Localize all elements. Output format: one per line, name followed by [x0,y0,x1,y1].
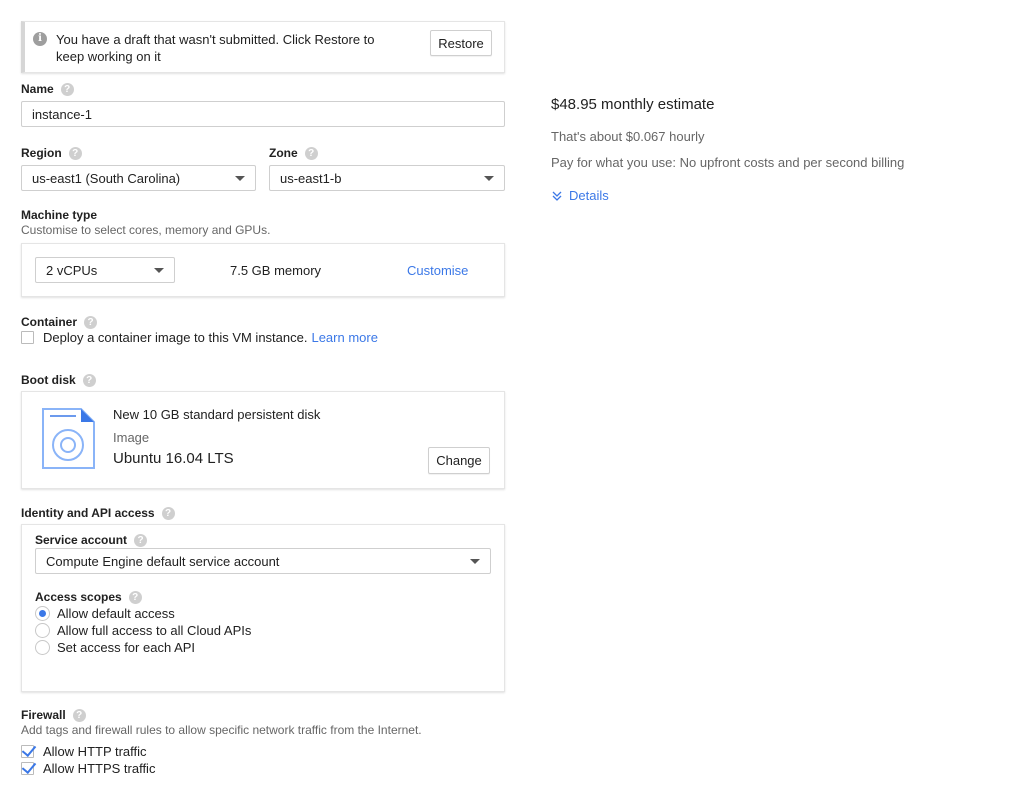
service-account-label: Service account ? [35,533,148,547]
hourly-estimate: That's about $0.067 hourly [551,129,705,144]
help-icon[interactable]: ? [82,373,96,387]
memory-value: 7.5 GB memory [230,263,322,278]
firewall-option-http[interactable]: Allow HTTP traffic [21,743,155,760]
machine-type-label-text: Machine type [21,208,98,222]
cpu-value: 2 vCPUs [46,262,98,278]
zone-select[interactable]: us-east1-b [269,165,505,191]
disk-image-icon [42,408,95,469]
help-icon[interactable]: ? [128,590,142,604]
zone-label: Zone ? [269,146,318,160]
service-account-label-text: Service account [35,533,128,547]
region-label-text: Region [21,146,62,160]
disk-title: New 10 GB standard persistent disk [113,407,321,422]
help-icon[interactable]: ? [72,708,86,722]
image-value: Ubuntu 16.04 LTS [113,450,234,467]
machine-type-description: Customise to select cores, memory and GP… [21,223,271,237]
dropdown-caret-icon [154,267,164,273]
scope-radio[interactable] [35,623,50,638]
dropdown-caret-icon [470,558,480,564]
access-scopes-group: Allow default access Allow full access t… [35,605,251,656]
boot-disk-card: New 10 GB standard persistent disk Image… [21,391,505,489]
identity-card: Service account ? Compute Engine default… [21,524,505,692]
region-value: us-east1 (South Carolina) [32,170,181,186]
firewall-label-text: Firewall [21,708,66,722]
zone-label-text: Zone [269,146,298,160]
name-label-text: Name [21,82,54,96]
help-icon[interactable]: ? [60,82,74,96]
http-label: Allow HTTP traffic [43,744,147,759]
help-icon[interactable]: ? [68,146,82,160]
name-input[interactable]: instance-1 [21,101,505,127]
dropdown-caret-icon [484,175,494,181]
help-icon[interactable]: ? [304,146,318,160]
scope-label: Allow default access [57,606,175,621]
scope-label: Set access for each API [57,640,196,655]
container-checkbox[interactable] [21,331,34,344]
boot-disk-label-text: Boot disk [21,373,76,387]
scope-radio[interactable] [35,640,50,655]
details-toggle[interactable]: Details [551,188,609,203]
scope-label: Allow full access to all Cloud APIs [57,623,252,638]
region-label: Region ? [21,146,82,160]
image-label: Image [113,430,150,445]
customise-link[interactable]: Customise [407,263,468,278]
double-chevron-down-icon [552,191,562,201]
help-icon[interactable]: ? [134,533,148,547]
scope-radio[interactable] [35,606,50,621]
container-label-text: Container [21,315,78,329]
http-checkbox[interactable] [21,745,34,758]
access-scopes-label: Access scopes ? [35,590,142,604]
access-scopes-label-text: Access scopes [35,590,122,604]
info-icon: i [33,32,47,46]
boot-disk-label: Boot disk ? [21,373,96,387]
https-checkbox[interactable] [21,762,34,775]
machine-type-label: Machine type [21,208,97,222]
draft-message: You have a draft that wasn't submitted. … [56,32,375,64]
service-account-select[interactable]: Compute Engine default service account [35,548,491,574]
region-select[interactable]: us-east1 (South Carolina) [21,165,256,191]
name-input-value: instance-1 [32,106,92,122]
draft-banner: i You have a draft that wasn't submitted… [21,21,505,73]
help-icon[interactable]: ? [161,506,175,520]
change-button[interactable]: Change [428,447,490,474]
restore-button[interactable]: Restore [430,30,492,56]
scope-option[interactable]: Set access for each API [35,639,251,656]
container-label: Container ? [21,315,98,329]
machine-type-card: 2 vCPUs 7.5 GB memory Customise [21,243,505,297]
firewall-description: Add tags and firewall rules to allow spe… [21,723,422,737]
https-label: Allow HTTPS traffic [43,761,156,776]
monthly-estimate: $48.95 monthly estimate [551,96,715,113]
identity-label: Identity and API access ? [21,506,175,520]
cpu-select[interactable]: 2 vCPUs [35,257,175,283]
dropdown-caret-icon [235,175,245,181]
name-label: Name ? [21,82,74,96]
details-label: Details [569,188,609,203]
help-icon[interactable]: ? [84,315,98,329]
scope-option[interactable]: Allow default access [35,605,251,622]
container-checkbox-label: Deploy a container image to this VM inst… [43,330,308,345]
container-option: Deploy a container image to this VM inst… [21,330,378,345]
identity-label-text: Identity and API access [21,506,155,520]
zone-value: us-east1-b [280,170,342,186]
learn-more-link[interactable]: Learn more [311,330,377,345]
billing-note: Pay for what you use: No upfront costs a… [551,155,905,170]
firewall-options: Allow HTTP traffic Allow HTTPS traffic [21,743,155,777]
scope-option[interactable]: Allow full access to all Cloud APIs [35,622,251,639]
firewall-label: Firewall ? [21,708,86,722]
service-account-value: Compute Engine default service account [46,553,280,569]
firewall-option-https[interactable]: Allow HTTPS traffic [21,760,155,777]
